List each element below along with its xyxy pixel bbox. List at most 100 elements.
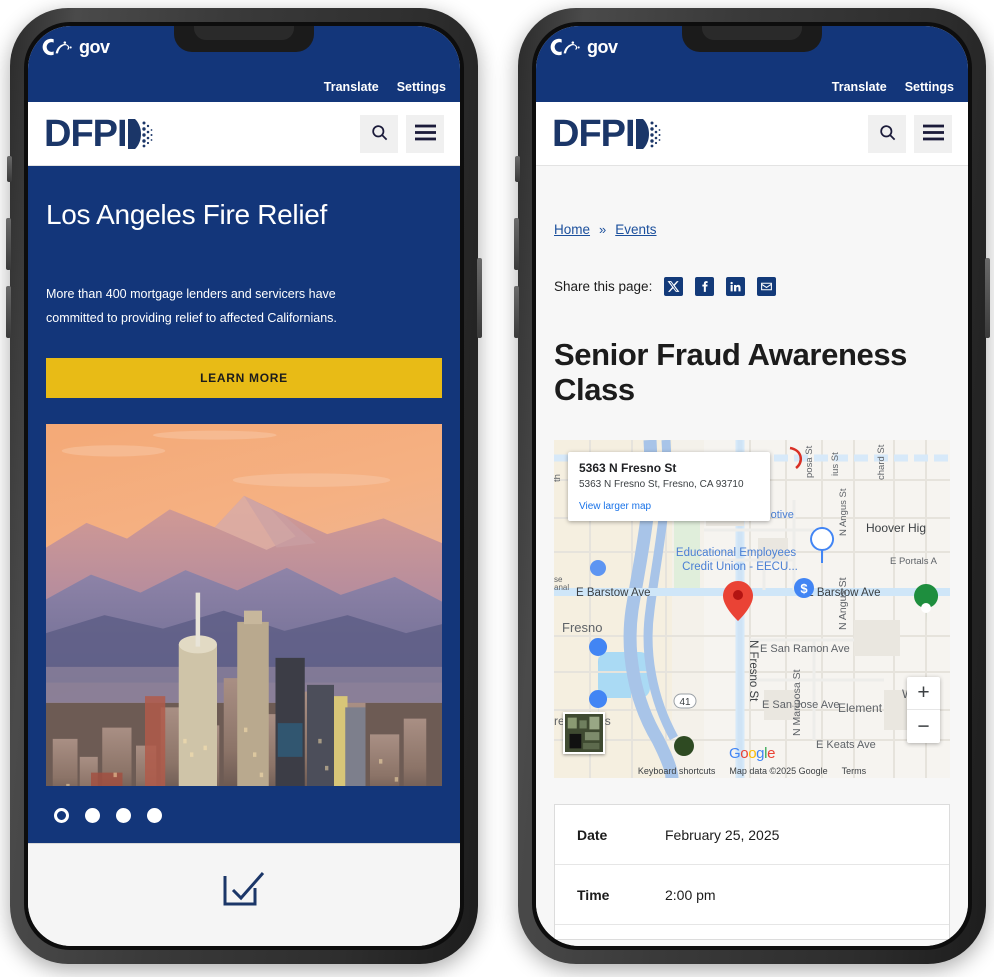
svg-text:E Barstow Ave: E Barstow Ave — [576, 587, 651, 599]
share-facebook-icon[interactable] — [695, 277, 715, 296]
search-icon — [878, 123, 897, 145]
phone-notch-left — [174, 26, 314, 52]
menu-button-right[interactable] — [914, 114, 952, 153]
detail-value-date: February 25, 2025 — [665, 826, 780, 843]
map-terms-link[interactable]: Terms — [842, 766, 867, 776]
volume-down-right[interactable] — [514, 286, 519, 338]
dfpi-logo-right[interactable]: DFPI — [552, 115, 662, 153]
map-zoom-controls: + − — [907, 677, 940, 744]
event-details-table: Date February 25, 2025 Time 2:00 pm — [554, 804, 950, 941]
svg-text:N Fresno St: N Fresno St — [747, 640, 759, 702]
search-icon — [370, 123, 389, 145]
table-row: Time 2:00 pm — [555, 865, 949, 926]
volume-up-right[interactable] — [514, 218, 519, 270]
menu-button-left[interactable] — [406, 114, 444, 153]
svg-text:chard St: chard St — [876, 445, 887, 481]
dfpi-wordmark: DFPI — [552, 112, 636, 155]
carousel-dot-1[interactable] — [54, 808, 69, 824]
detail-value-time: 2:00 pm — [665, 886, 716, 903]
map-zoom-out-button[interactable]: − — [907, 710, 940, 743]
svg-text:41: 41 — [679, 697, 691, 708]
hero-carousel-slide: Los Angeles Fire Relief More than 400 mo… — [28, 166, 460, 844]
phone-notch-right — [682, 26, 822, 52]
volume-down-left[interactable] — [6, 286, 11, 338]
svg-text:E Portals A: E Portals A — [890, 556, 938, 567]
dfpi-wordmark: DFPI — [44, 112, 128, 155]
svg-text:se: se — [554, 575, 563, 584]
dfpi-logo-left[interactable]: DFPI — [44, 115, 154, 153]
ca-gov-label: gov — [79, 37, 110, 57]
detail-key-time: Time — [577, 886, 610, 903]
ca-gov-links-right: Translate Settings — [832, 80, 954, 94]
svg-text:E Keats Ave: E Keats Ave — [816, 739, 876, 751]
ca-gov-logo-right[interactable]: gov — [550, 32, 618, 58]
translate-link[interactable]: Translate — [832, 80, 887, 94]
svg-text:N Angus St: N Angus St — [837, 578, 849, 631]
carousel-dot-4[interactable] — [147, 808, 162, 824]
share-this-page: Share this page: — [554, 277, 950, 296]
hero-image-los-angeles — [46, 424, 442, 787]
newsletter-signup-icon[interactable] — [221, 870, 267, 946]
ca-gov-links-left: Translate Settings — [324, 80, 446, 94]
share-email-icon[interactable] — [757, 277, 777, 296]
settings-link[interactable]: Settings — [397, 80, 446, 94]
volume-up-left[interactable] — [6, 218, 11, 270]
ca-state-logo-icon — [550, 36, 584, 58]
silence-switch-right[interactable] — [515, 156, 520, 182]
share-label: Share this page: — [554, 279, 653, 294]
header-actions-right — [868, 114, 952, 153]
event-page-body: Home » Events Share this page: Senior Fr… — [536, 166, 968, 946]
share-linkedin-icon[interactable] — [726, 277, 746, 296]
breadcrumb-events[interactable]: Events — [615, 222, 656, 237]
ca-gov-logo-left[interactable]: gov — [42, 32, 110, 58]
search-button-right[interactable] — [868, 114, 906, 153]
map-place-address: 5363 N Fresno St, Fresno, CA 93710 — [579, 479, 744, 491]
google-logo: Google — [728, 745, 776, 763]
carousel-dots — [28, 786, 460, 843]
phone-left: gov Translate Settings DFPI Los Angeles … — [6, 8, 482, 964]
ca-state-logo-icon — [42, 36, 76, 58]
view-larger-map-link[interactable]: View larger map — [579, 501, 759, 512]
svg-text:E San Ramon Ave: E San Ramon Ave — [760, 643, 850, 655]
screenshot-stage: gov Translate Settings DFPI Los Angeles … — [0, 0, 994, 977]
ca-gov-label: gov — [587, 37, 618, 57]
power-button-right[interactable] — [985, 258, 990, 338]
carousel-dot-2[interactable] — [85, 808, 100, 824]
phone-left-screen: gov Translate Settings DFPI Los Angeles … — [28, 26, 460, 946]
carousel-dot-3[interactable] — [116, 808, 131, 824]
svg-text:$: $ — [800, 581, 808, 596]
event-location-map[interactable]: th posa St ius St chard St Hoover Hig N … — [554, 440, 950, 779]
breadcrumb-home[interactable]: Home — [554, 222, 590, 237]
site-header-right: DFPI — [536, 102, 968, 166]
street-view-thumbnail[interactable] — [563, 712, 605, 755]
breadcrumb-separator: » — [599, 222, 607, 237]
svg-text:th: th — [554, 475, 563, 483]
svg-text:Fresno: Fresno — [562, 620, 602, 635]
learn-more-button[interactable]: LEARN MORE — [46, 358, 442, 399]
map-zoom-in-button[interactable]: + — [907, 677, 940, 711]
search-button-left[interactable] — [360, 114, 398, 153]
settings-link[interactable]: Settings — [905, 80, 954, 94]
map-info-card: 5363 N Fresno St 5363 N Fresno St, Fresn… — [568, 452, 770, 521]
footer-signup-area — [28, 843, 460, 946]
svg-text:N Angus St: N Angus St — [838, 489, 849, 537]
detail-key-date: Date — [577, 826, 608, 843]
power-button-left[interactable] — [477, 258, 482, 338]
site-header-left: DFPI — [28, 102, 460, 166]
phone-right-screen: gov Translate Settings DFPI Home » Event… — [536, 26, 968, 946]
hamburger-menu-icon — [414, 124, 436, 144]
svg-text:Hoover Hig: Hoover Hig — [866, 521, 926, 535]
hero-title: Los Angeles Fire Relief — [46, 199, 328, 230]
share-x-twitter-icon[interactable] — [664, 277, 684, 296]
svg-text:Element: Element — [838, 701, 883, 715]
silence-switch-left[interactable] — [7, 156, 12, 182]
dfpi-dot-mark-icon — [127, 117, 154, 151]
breadcrumb: Home » Events — [554, 166, 950, 237]
svg-text:anal: anal — [554, 583, 569, 592]
translate-link[interactable]: Translate — [324, 80, 379, 94]
dfpi-dot-mark-icon — [635, 117, 662, 151]
hamburger-menu-icon — [922, 124, 944, 144]
map-place-title: 5363 N Fresno St — [579, 461, 677, 476]
keyboard-shortcuts-label[interactable]: Keyboard shortcuts — [638, 766, 716, 776]
svg-text:ius St: ius St — [830, 452, 841, 476]
